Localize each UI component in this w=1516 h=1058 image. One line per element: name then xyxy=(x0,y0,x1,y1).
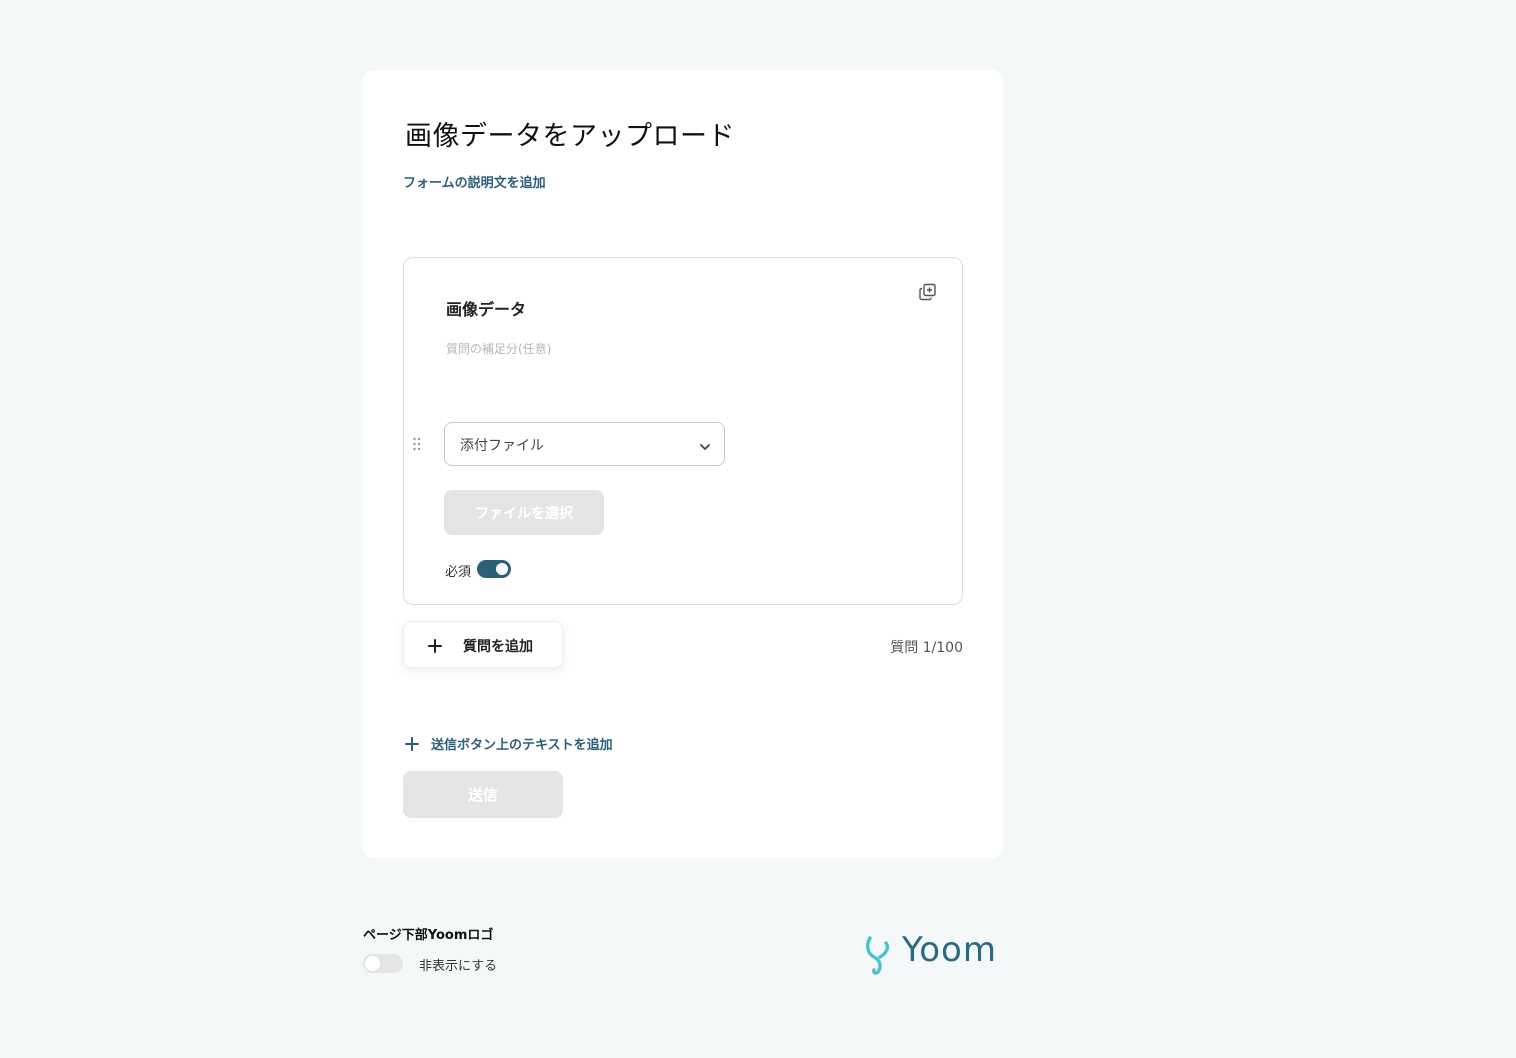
hide-logo-label: 非表示にする xyxy=(419,959,498,974)
hide-logo-toggle[interactable] xyxy=(363,954,403,973)
form-card: 画像データをアップロード フォームの説明文を追加 画像データ 質問の補足分(任意… xyxy=(363,70,1003,858)
submit-button[interactable]: 送信 xyxy=(403,771,563,818)
toggle-knob xyxy=(365,956,380,971)
yoom-logo: Yoom xyxy=(864,932,1006,976)
question-count: 質問 1/100 xyxy=(890,640,963,656)
question-type-value: 添付ファイル xyxy=(460,438,544,454)
add-description-link[interactable]: フォームの説明文を追加 xyxy=(403,172,546,191)
add-submit-text-label: 送信ボタン上のテキストを追加 xyxy=(431,738,613,753)
question-card[interactable]: 画像データ 質問の補足分(任意) 添付ファイル ファイルを選択 必須 xyxy=(403,257,963,605)
question-type-select[interactable]: 添付ファイル xyxy=(444,422,725,466)
required-label: 必須 xyxy=(445,565,472,580)
plus-icon xyxy=(405,736,419,751)
drag-handle-icon[interactable] xyxy=(412,436,422,451)
footer-logo-setting-title: ページ下部Yoomロゴ xyxy=(363,928,494,943)
question-title[interactable]: 画像データ xyxy=(446,296,526,320)
plus-icon xyxy=(428,638,442,653)
toggle-knob xyxy=(496,563,508,575)
add-question-label: 質問を追加 xyxy=(463,639,533,655)
form-title[interactable]: 画像データをアップロード xyxy=(405,114,735,153)
add-question-button[interactable]: 質問を追加 xyxy=(403,621,563,668)
yoom-wordmark: Yoom xyxy=(902,930,997,970)
required-toggle[interactable] xyxy=(477,560,511,578)
question-help-input[interactable]: 質問の補足分(任意) xyxy=(446,340,551,357)
yoom-mark-icon xyxy=(864,935,898,975)
select-file-button[interactable]: ファイルを選択 xyxy=(444,490,604,535)
chevron-down-icon xyxy=(698,439,712,453)
duplicate-icon[interactable] xyxy=(918,282,938,302)
